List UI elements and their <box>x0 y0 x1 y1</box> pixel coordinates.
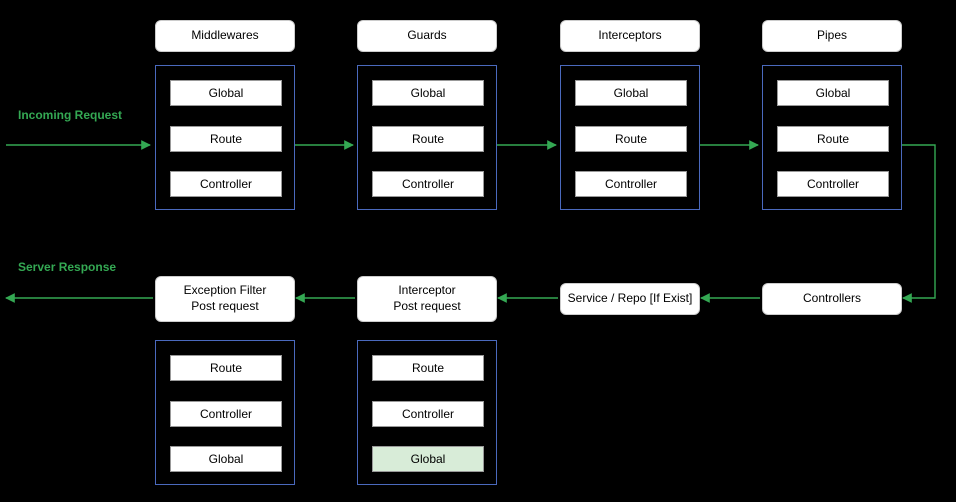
level-label: Route <box>210 361 242 375</box>
level-controller: Controller <box>170 401 282 427</box>
level-label: Global <box>816 86 851 100</box>
level-global: Global <box>575 80 687 106</box>
level-controller: Controller <box>372 401 484 427</box>
incoming-request-label: Incoming Request <box>18 108 122 122</box>
level-label: Controller <box>200 407 252 421</box>
level-route: Route <box>575 126 687 152</box>
stage-title-middlewares: Middlewares <box>155 20 295 52</box>
stage-title-label: Controllers <box>803 291 861 307</box>
stage-title-label: Interceptors <box>598 28 661 44</box>
stage-title-label: Service / Repo [If Exist] <box>568 291 693 307</box>
level-route: Route <box>777 126 889 152</box>
level-label: Global <box>411 86 446 100</box>
stage-title-interceptor-post: Interceptor Post request <box>357 276 497 322</box>
level-label: Route <box>615 132 647 146</box>
stage-title-label-line2: Post request <box>184 299 267 315</box>
stage-title-interceptors: Interceptors <box>560 20 700 52</box>
level-global: Global <box>777 80 889 106</box>
level-route: Route <box>372 355 484 381</box>
level-route: Route <box>372 126 484 152</box>
stage-title-label-line2: Post request <box>393 299 460 315</box>
stage-detail-interceptors: Global Route Controller <box>560 65 700 210</box>
level-route: Route <box>170 355 282 381</box>
stage-title-label-line1: Interceptor <box>393 283 460 299</box>
stage-title-controllers: Controllers <box>762 283 902 315</box>
stage-detail-exception-post: Route Controller Global <box>155 340 295 485</box>
level-label: Route <box>210 132 242 146</box>
level-global: Global <box>372 80 484 106</box>
level-global-highlighted: Global <box>372 446 484 472</box>
stage-title-guards: Guards <box>357 20 497 52</box>
level-label: Controller <box>605 177 657 191</box>
server-response-label: Server Response <box>18 260 116 274</box>
level-controller: Controller <box>170 171 282 197</box>
level-controller: Controller <box>372 171 484 197</box>
level-label: Global <box>411 452 446 466</box>
level-route: Route <box>170 126 282 152</box>
stage-detail-pipes: Global Route Controller <box>762 65 902 210</box>
level-label: Route <box>817 132 849 146</box>
level-label: Controller <box>402 407 454 421</box>
stage-title-pipes: Pipes <box>762 20 902 52</box>
level-label: Global <box>209 86 244 100</box>
stage-title-label: Pipes <box>817 28 847 44</box>
level-controller: Controller <box>777 171 889 197</box>
stage-detail-interceptor-post: Route Controller Global <box>357 340 497 485</box>
stage-title-label-line1: Exception Filter <box>184 283 267 299</box>
stage-detail-middlewares: Global Route Controller <box>155 65 295 210</box>
level-label: Route <box>412 132 444 146</box>
level-label: Controller <box>807 177 859 191</box>
level-label: Route <box>412 361 444 375</box>
stage-detail-guards: Global Route Controller <box>357 65 497 210</box>
stage-title-service-repo: Service / Repo [If Exist] <box>560 283 700 315</box>
level-global: Global <box>170 80 282 106</box>
diagram-canvas: Incoming Request Server Response Middlew… <box>0 0 956 502</box>
stage-title-label: Guards <box>407 28 446 44</box>
level-global: Global <box>170 446 282 472</box>
level-controller: Controller <box>575 171 687 197</box>
level-label: Controller <box>402 177 454 191</box>
stage-title-exception-post: Exception Filter Post request <box>155 276 295 322</box>
level-label: Global <box>614 86 649 100</box>
level-label: Controller <box>200 177 252 191</box>
stage-title-label: Middlewares <box>191 28 258 44</box>
level-label: Global <box>209 452 244 466</box>
